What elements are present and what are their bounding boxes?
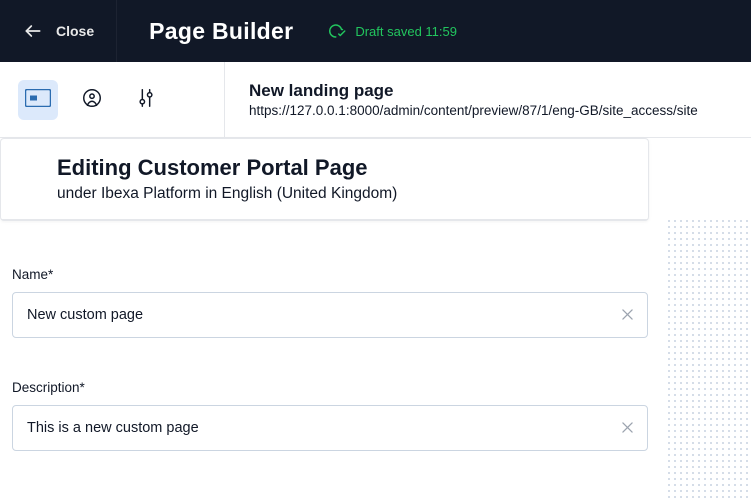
description-field-group: Description*: [12, 380, 648, 451]
top-bar: Close Page Builder Draft saved 11:59: [0, 0, 751, 62]
form-area: Name* Description*: [0, 221, 660, 451]
save-status: Draft saved 11:59: [329, 22, 457, 40]
name-label: Name*: [12, 267, 648, 282]
canvas-background: [666, 218, 751, 501]
close-label: Close: [56, 23, 94, 39]
name-field-group: Name*: [12, 267, 648, 338]
save-status-text: Draft saved 11:59: [355, 24, 457, 39]
close-icon: [622, 421, 633, 435]
close-icon: [622, 308, 633, 322]
arrow-left-icon: [22, 20, 44, 42]
sliders-icon: [135, 87, 157, 112]
layout-view-button[interactable]: [18, 80, 58, 120]
sub-bar: New landing page https://127.0.0.1:8000/…: [0, 62, 751, 138]
user-target-icon: [81, 87, 103, 112]
name-input[interactable]: [12, 292, 648, 338]
content-area: Editing Customer Portal Page under Ibexa…: [0, 138, 751, 501]
description-label: Description*: [12, 380, 648, 395]
editor-panel: Editing Customer Portal Page under Ibexa…: [0, 138, 649, 221]
panel-header: Editing Customer Portal Page under Ibexa…: [1, 139, 648, 220]
page-url: https://127.0.0.1:8000/admin/content/pre…: [249, 103, 698, 118]
page-title: New landing page: [249, 81, 698, 101]
name-clear-button[interactable]: [618, 306, 636, 324]
page-info: New landing page https://127.0.0.1:8000/…: [225, 81, 698, 118]
fields-view-button[interactable]: [126, 80, 166, 120]
description-clear-button[interactable]: [618, 419, 636, 437]
app-title: Page Builder: [149, 18, 293, 45]
close-button[interactable]: Close: [0, 0, 117, 62]
description-input[interactable]: [12, 405, 648, 451]
layout-icon: [25, 89, 51, 110]
cloud-check-icon: [329, 22, 347, 40]
view-toggle-group: [0, 62, 225, 137]
user-view-button[interactable]: [72, 80, 112, 120]
panel-subtitle: under Ibexa Platform in English (United …: [57, 185, 626, 203]
panel-title: Editing Customer Portal Page: [57, 155, 626, 181]
